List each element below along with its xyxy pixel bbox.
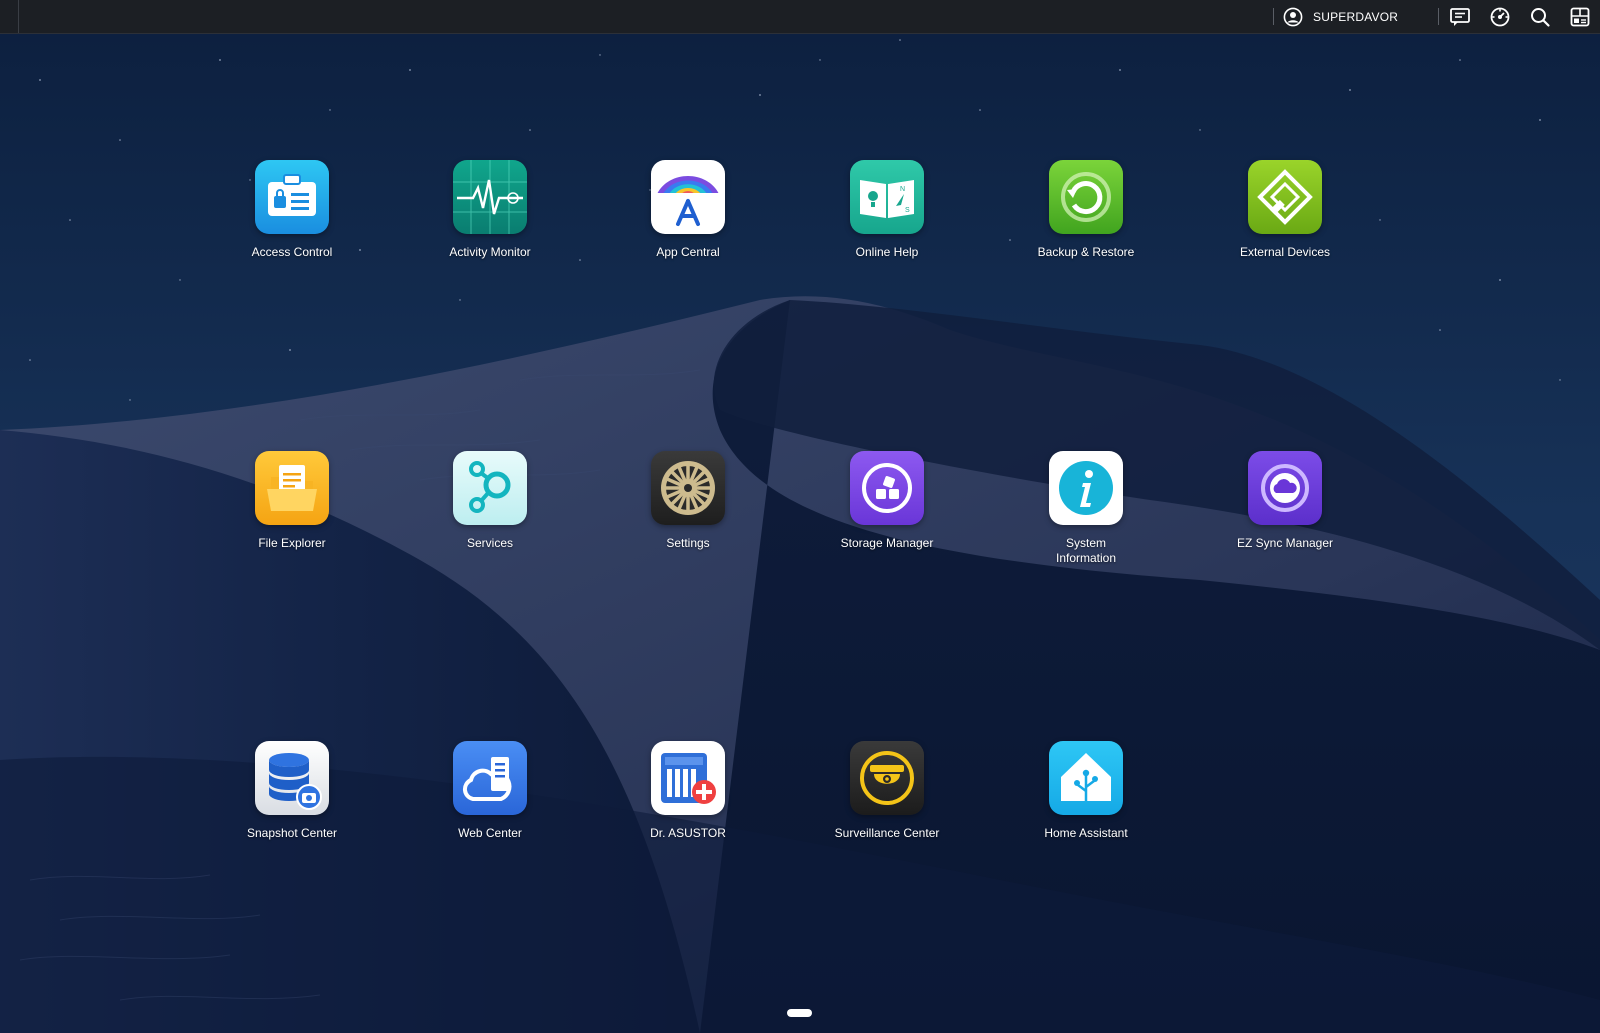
app-activity-monitor[interactable]: Activity Monitor <box>400 160 580 260</box>
topbar-separator <box>1273 8 1274 25</box>
settings-gear-icon <box>651 451 725 525</box>
topbar-separator <box>1438 8 1439 25</box>
page-indicator[interactable] <box>787 1009 812 1017</box>
svg-text:N: N <box>900 186 905 193</box>
home-assistant-icon <box>1049 741 1123 815</box>
app-label: Access Control <box>251 245 333 259</box>
storage-manager-icon <box>850 451 924 525</box>
app-storage-manager[interactable]: Storage Manager <box>797 451 977 551</box>
app-label: File Explorer <box>258 536 326 550</box>
topbar-divider <box>18 0 19 33</box>
app-label: Dr. ASUSTOR <box>650 826 726 840</box>
app-label: App Central <box>656 245 720 259</box>
app-label: Storage Manager <box>840 536 934 550</box>
gauge-icon[interactable] <box>1488 5 1512 29</box>
ez-sync-cloud-icon <box>1248 451 1322 525</box>
app-label: Backup & Restore <box>1037 245 1135 259</box>
app-label: Web Center <box>458 826 522 840</box>
app-app-central[interactable]: App Central <box>598 160 778 260</box>
app-online-help[interactable]: N S Online Help <box>797 160 977 260</box>
top-bar: SUPERDAVOR <box>0 0 1600 34</box>
app-services[interactable]: Services <box>400 451 580 551</box>
app-central-icon <box>651 160 725 234</box>
app-label: System Information <box>1055 536 1117 565</box>
app-label: EZ Sync Manager <box>1236 536 1334 550</box>
app-web-center[interactable]: Web Center <box>400 741 580 841</box>
message-icon[interactable] <box>1448 5 1472 29</box>
online-help-icon: N S <box>850 160 924 234</box>
app-access-control[interactable]: Access Control <box>202 160 382 260</box>
app-ez-sync-manager[interactable]: EZ Sync Manager <box>1195 451 1375 551</box>
search-icon[interactable] <box>1528 5 1552 29</box>
app-label: Online Help <box>855 245 919 259</box>
external-devices-icon <box>1248 160 1322 234</box>
app-home-assistant[interactable]: Home Assistant <box>996 741 1176 841</box>
app-backup-restore[interactable]: Backup & Restore <box>996 160 1176 260</box>
info-icon <box>1049 451 1123 525</box>
backup-restore-icon <box>1049 160 1123 234</box>
services-icon <box>453 451 527 525</box>
user-menu[interactable]: SUPERDAVOR <box>1283 6 1398 28</box>
app-snapshot-center[interactable]: Snapshot Center <box>202 741 382 841</box>
username-label: SUPERDAVOR <box>1313 10 1399 24</box>
app-dr-asustor[interactable]: Dr. ASUSTOR <box>598 741 778 841</box>
file-explorer-icon <box>255 451 329 525</box>
app-label: Settings <box>666 536 710 550</box>
app-label: Home Assistant <box>1044 826 1128 840</box>
svg-text:S: S <box>905 207 910 214</box>
app-surveillance-center[interactable]: Surveillance Center <box>797 741 977 841</box>
user-circle-icon <box>1283 7 1303 27</box>
app-label: Services <box>466 536 513 550</box>
app-external-devices[interactable]: External Devices <box>1195 160 1375 260</box>
app-label: External Devices <box>1239 245 1331 259</box>
widgets-icon[interactable] <box>1568 5 1592 29</box>
app-label: Activity Monitor <box>449 245 531 259</box>
web-center-icon <box>453 741 527 815</box>
surveillance-camera-icon <box>850 741 924 815</box>
snapshot-database-icon <box>255 741 329 815</box>
dr-asustor-icon <box>651 741 725 815</box>
access-control-icon <box>255 160 329 234</box>
app-file-explorer[interactable]: File Explorer <box>202 451 382 551</box>
app-label: Surveillance Center <box>834 826 940 840</box>
app-system-information[interactable]: System Information <box>996 451 1176 566</box>
activity-monitor-icon <box>453 160 527 234</box>
app-settings[interactable]: Settings <box>598 451 778 551</box>
app-label: Snapshot Center <box>246 826 338 840</box>
